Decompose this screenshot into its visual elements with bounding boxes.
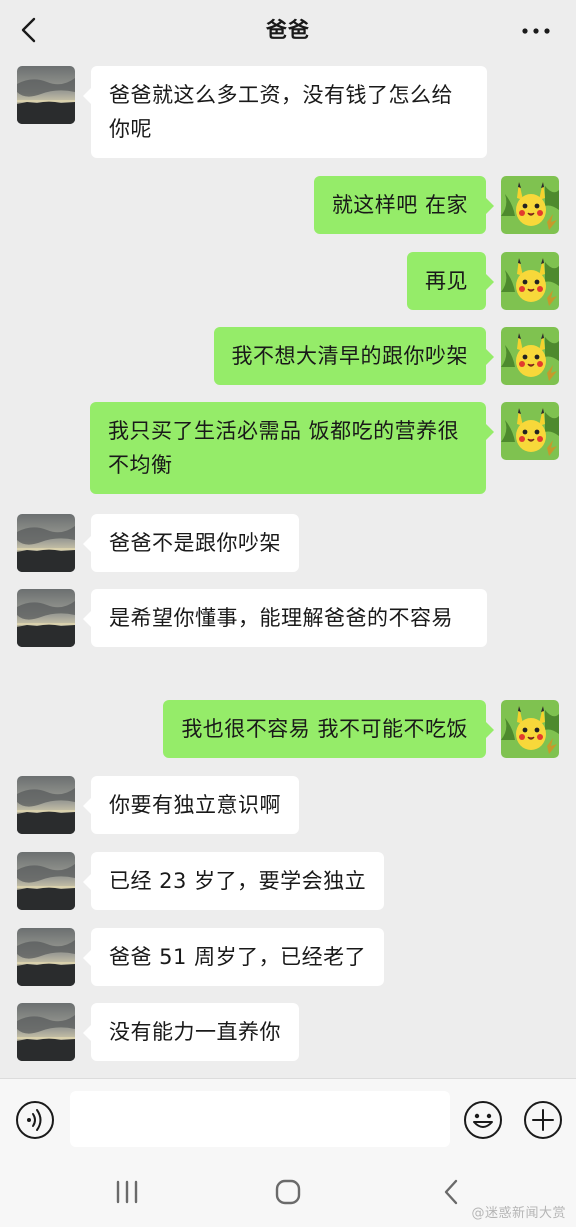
- message-bubble-incoming[interactable]: 是希望你懂事，能理解爸爸的不容易: [83, 589, 487, 647]
- message-bubble-incoming[interactable]: 已经 23 岁了，要学会独立: [82, 852, 385, 910]
- more-dots-icon[interactable]: [518, 16, 554, 46]
- message-bubble-outgoing[interactable]: 再见: [407, 252, 494, 310]
- plus-icon[interactable]: [522, 1099, 564, 1141]
- my-avatar[interactable]: [501, 252, 559, 310]
- input-bar: [0, 1078, 576, 1156]
- my-avatar[interactable]: [501, 402, 559, 460]
- dad-avatar[interactable]: [17, 928, 75, 986]
- message-bubble-incoming[interactable]: 爸爸不是跟你吵架: [83, 514, 299, 572]
- recent-apps-icon[interactable]: [112, 1178, 142, 1206]
- message-bubble-outgoing[interactable]: 就这样吧 在家: [313, 176, 495, 234]
- message-bubble-incoming[interactable]: 爸爸 51 周岁了，已经老了: [82, 928, 385, 986]
- dad-avatar[interactable]: [17, 66, 75, 124]
- dad-avatar[interactable]: [17, 1003, 75, 1061]
- chat-title: 爸爸: [266, 18, 310, 42]
- top-bar: 爸爸: [0, 0, 576, 62]
- dad-avatar[interactable]: [17, 776, 75, 834]
- nav-back-icon[interactable]: [436, 1176, 466, 1208]
- dad-avatar[interactable]: [17, 589, 75, 647]
- message-bubble-outgoing[interactable]: 我也很不容易 我不可能不吃饭: [163, 700, 494, 758]
- my-avatar[interactable]: [501, 700, 559, 758]
- message-bubble-outgoing[interactable]: 我只买了生活必需品 饭都吃的营养很不均衡: [90, 402, 494, 494]
- message-bubble-outgoing[interactable]: 我不想大清早的跟你吵架: [213, 327, 494, 385]
- dad-avatar[interactable]: [17, 852, 75, 910]
- message-bubble-incoming[interactable]: 没有能力一直养你: [83, 1003, 299, 1061]
- my-avatar[interactable]: [501, 176, 559, 234]
- message-bubble-incoming[interactable]: 爸爸就这么多工资，没有钱了怎么给你呢: [83, 66, 487, 158]
- watermark: @迷惑新闻大赏: [471, 1206, 566, 1221]
- message-bubble-incoming[interactable]: 你要有独立意识啊: [83, 776, 299, 834]
- emoji-icon[interactable]: [462, 1099, 504, 1141]
- message-input[interactable]: [70, 1091, 450, 1147]
- home-icon[interactable]: [272, 1176, 304, 1208]
- my-avatar[interactable]: [501, 327, 559, 385]
- message-list: 爸爸就这么多工资，没有钱了怎么给你呢 就这样吧 在家 再见 我不想大清早的跟你吵…: [0, 62, 576, 1078]
- voice-icon[interactable]: [14, 1099, 56, 1141]
- dad-avatar[interactable]: [17, 514, 75, 572]
